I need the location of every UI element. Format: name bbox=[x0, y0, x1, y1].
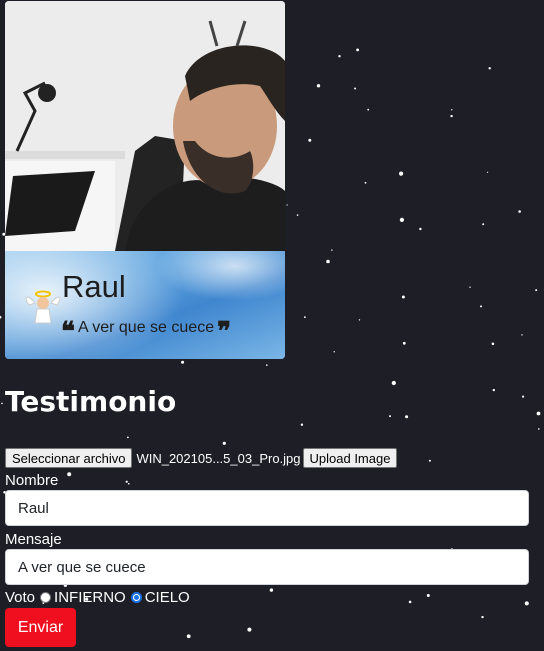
star bbox=[399, 217, 404, 222]
voto-label: Voto bbox=[5, 589, 36, 606]
star bbox=[127, 436, 129, 439]
testimonial-card: Raul ❝ A ver que se cuece ❞ bbox=[5, 1, 285, 359]
star bbox=[480, 305, 482, 308]
star bbox=[356, 48, 359, 52]
star bbox=[364, 181, 367, 184]
star bbox=[326, 259, 330, 264]
star bbox=[535, 289, 538, 292]
star bbox=[316, 84, 321, 88]
star bbox=[524, 601, 529, 606]
star bbox=[247, 627, 252, 632]
mensaje-input[interactable]: A ver que se cuece bbox=[5, 549, 529, 585]
star bbox=[1, 402, 3, 405]
quote-open-icon: ❝ bbox=[61, 317, 75, 347]
form-title: Testimonio bbox=[5, 385, 177, 418]
star bbox=[333, 351, 335, 353]
star bbox=[481, 615, 484, 619]
testimonial-message: A ver que se cuece bbox=[78, 319, 215, 336]
star bbox=[536, 411, 541, 416]
star bbox=[367, 108, 370, 111]
nombre-input[interactable]: Raul bbox=[5, 490, 529, 526]
star bbox=[125, 480, 128, 483]
star bbox=[518, 210, 521, 213]
upload-image-button[interactable]: Upload Image bbox=[302, 448, 398, 468]
testimonial-name: Raul bbox=[62, 269, 126, 304]
star bbox=[419, 227, 422, 231]
angel-icon bbox=[25, 290, 61, 324]
star bbox=[304, 316, 306, 319]
star bbox=[538, 428, 540, 430]
star bbox=[186, 634, 191, 639]
cielo-radio[interactable] bbox=[130, 592, 142, 603]
cielo-label[interactable]: CIELO bbox=[145, 589, 190, 606]
star bbox=[308, 138, 312, 142]
star bbox=[426, 594, 430, 597]
star bbox=[128, 482, 130, 485]
star bbox=[491, 342, 495, 346]
star bbox=[469, 286, 471, 288]
star bbox=[451, 109, 453, 111]
selected-file-name: WIN_202105...5_03_Pro.jpg bbox=[136, 450, 301, 466]
star bbox=[0, 315, 2, 319]
star bbox=[67, 472, 72, 477]
voto-group: Voto INFIERNO CIELO bbox=[5, 589, 190, 606]
infierno-radio[interactable] bbox=[40, 592, 52, 603]
star bbox=[402, 341, 406, 345]
star bbox=[269, 588, 274, 592]
star bbox=[450, 114, 453, 118]
choose-file-button[interactable]: Seleccionar archivo bbox=[5, 448, 133, 468]
star bbox=[354, 87, 357, 90]
star bbox=[408, 600, 412, 604]
star bbox=[338, 55, 341, 58]
profile-photo bbox=[5, 1, 285, 251]
infierno-label[interactable]: INFIERNO bbox=[54, 589, 126, 606]
star bbox=[266, 364, 268, 366]
file-upload-row: Seleccionar archivo WIN_202105...5_03_Pr… bbox=[5, 448, 398, 468]
star bbox=[331, 249, 333, 251]
star bbox=[487, 171, 489, 173]
star bbox=[300, 423, 304, 426]
testimonial-form: Testimonio Seleccionar archivo WIN_20210… bbox=[5, 385, 531, 647]
star bbox=[296, 214, 299, 216]
star bbox=[222, 441, 226, 445]
star bbox=[181, 360, 185, 364]
star bbox=[521, 334, 523, 336]
star bbox=[399, 171, 404, 176]
mensaje-label: Mensaje bbox=[5, 531, 62, 548]
star bbox=[286, 204, 288, 206]
star bbox=[488, 67, 491, 70]
testimonial-quote: ❝ A ver que se cuece ❞ bbox=[61, 317, 232, 347]
star bbox=[482, 223, 485, 226]
nombre-label: Nombre bbox=[5, 472, 59, 489]
star bbox=[401, 295, 405, 299]
submit-button[interactable]: Enviar bbox=[5, 608, 76, 647]
star bbox=[428, 459, 431, 462]
star bbox=[358, 319, 361, 321]
quote-close-icon: ❞ bbox=[217, 317, 232, 347]
heaven-banner: Raul ❝ A ver que se cuece ❞ bbox=[5, 251, 285, 359]
